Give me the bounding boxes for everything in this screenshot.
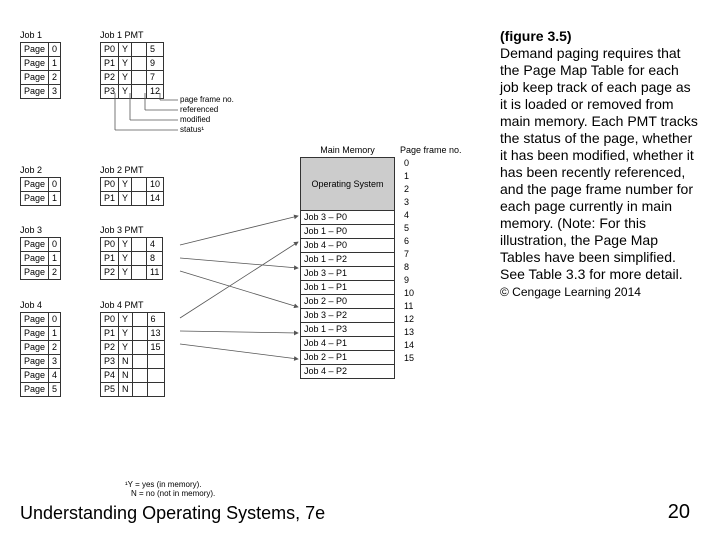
- job4-label: Job 4: [20, 300, 61, 310]
- footer-title: Understanding Operating Systems, 7e: [20, 503, 325, 524]
- pmt2-table: P0Y10 P1Y14: [100, 177, 164, 206]
- job3-table: Page0 Page1 Page2: [20, 237, 61, 280]
- job2-table: Page0 Page1: [20, 177, 61, 206]
- pmt3-table: P0Y4 P1Y8 P2Y11: [100, 237, 163, 280]
- job1-label: Job 1: [20, 30, 61, 40]
- pmt1-table: P0Y5 P1Y9 P2Y7 P3Y12: [100, 42, 164, 99]
- pfn-label: Page frame no.: [400, 145, 462, 155]
- job3-label: Job 3: [20, 225, 61, 235]
- footnote: ¹Y = yes (in memory). N = no (not in mem…: [125, 480, 215, 498]
- mm-label: Main Memory: [300, 145, 395, 155]
- pmt3-label: Job 3 PMT: [100, 225, 163, 235]
- figure-caption: (figure 3.5) Demand paging requires that…: [500, 28, 700, 301]
- pfn-nums: 0123 4567 891011 12131415: [400, 157, 462, 365]
- job2-label: Job 2: [20, 165, 61, 175]
- job1-table: Page0 Page1 Page2 Page3: [20, 42, 61, 99]
- caption-body: Demand paging requires that the Page Map…: [500, 45, 698, 282]
- page-number: 20: [668, 501, 690, 524]
- pmt2-label: Job 2 PMT: [100, 165, 164, 175]
- pmt4-table: P0Y6 P1Y13 P2Y15 P3N P4N P5N: [100, 312, 165, 397]
- pmt1-label: Job 1 PMT: [100, 30, 164, 40]
- caption-copyright: © Cengage Learning 2014: [500, 285, 641, 299]
- pmt4-label: Job 4 PMT: [100, 300, 165, 310]
- col-annot: page frame no. referenced modified statu…: [180, 95, 234, 135]
- job4-table: Page0 Page1 Page2 Page3 Page4 Page5: [20, 312, 61, 397]
- mm-table: Operating System Job 3 – P0 Job 1 – P0 J…: [300, 157, 395, 379]
- caption-title: (figure 3.5): [500, 28, 572, 44]
